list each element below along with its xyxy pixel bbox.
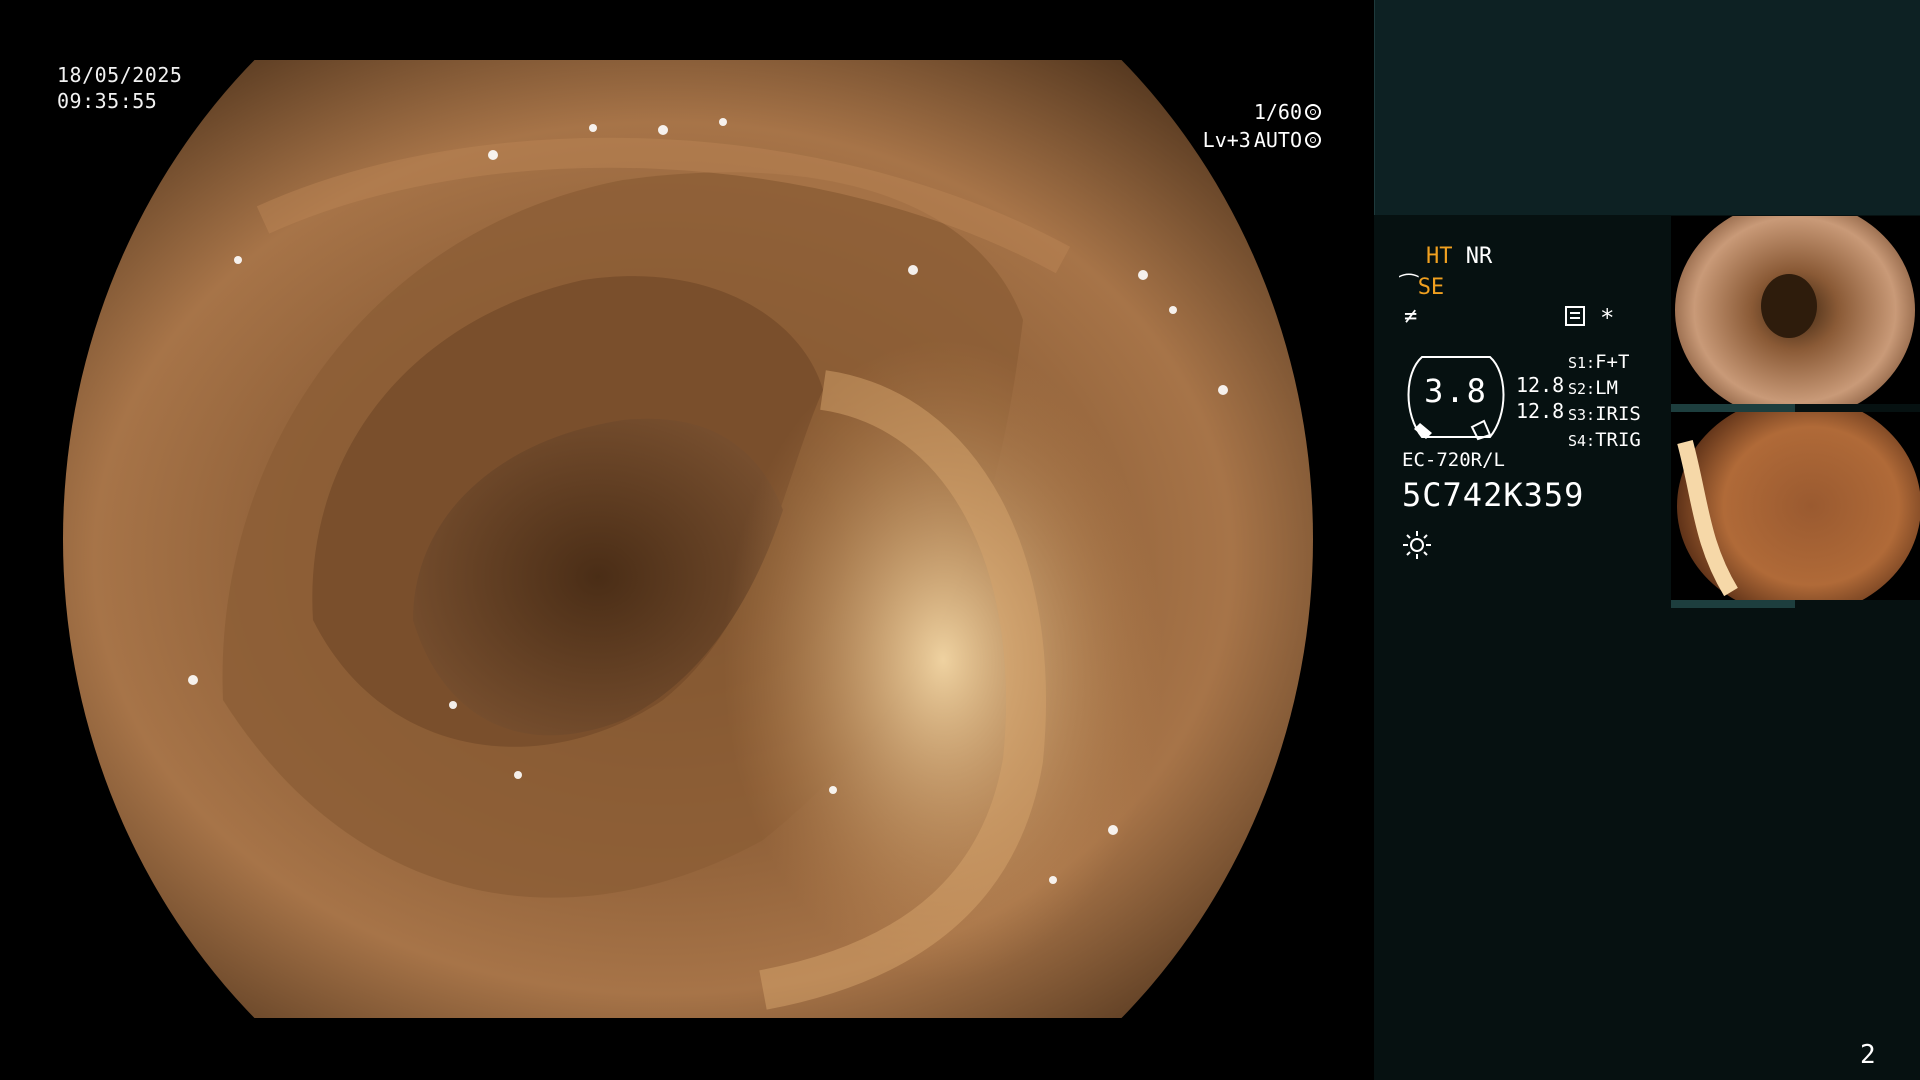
switch-row: S4:TRIG [1568, 429, 1641, 451]
colon-lumen-illustration [63, 60, 1313, 1018]
endoscope-video-area: 18/05/2025 09:35:55 1/60 Lv+3 AUTO [0, 0, 1374, 1080]
osd-date: 18/05/2025 [57, 63, 183, 87]
switch-row: S2:LM [1568, 377, 1618, 399]
scope-model: EC-720R/L [1402, 449, 1505, 471]
osd-level-row: Lv+3 AUTO [1195, 126, 1321, 154]
thumbnail-bar [1671, 404, 1795, 412]
nr-label: NR [1465, 244, 1493, 269]
light-source-icon [1403, 531, 1431, 559]
side-panel: HT NR ⁀SE ≠ * 3.8 12.8 12.8 S1:F+T S2:LM… [1374, 0, 1920, 1080]
freeze-status-icon: ≠ [1404, 304, 1418, 329]
osd-level: Lv+3 [1202, 128, 1251, 152]
iris-icon [1305, 132, 1321, 148]
osd-datetime: 18/05/2025 09:35:55 [57, 62, 182, 114]
ht-nr-status: HT NR [1426, 244, 1492, 269]
switch-row: S1:F+T [1568, 351, 1630, 373]
osd-shutter-row: 1/60 [1195, 98, 1321, 126]
scope-serial: 5C742K359 [1402, 476, 1585, 514]
zoom-value: 3.8 [1424, 372, 1488, 410]
side-panel-header [1374, 0, 1920, 215]
thumbnail-image [1671, 412, 1920, 600]
osd-mode: AUTO [1253, 128, 1302, 152]
scope-bend-icon: ⁀ [1400, 275, 1418, 300]
ht-label: HT [1426, 244, 1453, 269]
gauge-number-1: 12.8 [1516, 373, 1565, 397]
thumbnail-1[interactable] [1671, 216, 1920, 404]
gauge-numbers: 12.8 12.8 [1516, 372, 1564, 424]
memo-icon [1565, 306, 1585, 326]
switch-assignments: S1:F+T S2:LM S3:IRIS S4:TRIG [1568, 350, 1641, 454]
thumbnail-image [1671, 216, 1920, 404]
asterisk-indicator: * [1600, 304, 1615, 332]
se-label: SE [1417, 275, 1445, 300]
osd-shutter: 1/60 [1253, 100, 1302, 124]
thumbnail-2[interactable] [1671, 412, 1920, 600]
endoscope-live-image [63, 60, 1313, 1018]
captured-thumbnails [1671, 216, 1920, 608]
osd-exposure: 1/60 Lv+3 AUTO [1195, 98, 1321, 154]
gauge-number-2: 12.8 [1516, 399, 1565, 423]
thumbnail-bar [1671, 600, 1795, 608]
se-status: ⁀SE [1400, 275, 1444, 300]
osd-time: 09:35:55 [57, 89, 158, 113]
shutter-icon [1305, 104, 1321, 120]
page-number: 2 [1860, 1040, 1876, 1070]
switch-row: S3:IRIS [1568, 403, 1641, 425]
